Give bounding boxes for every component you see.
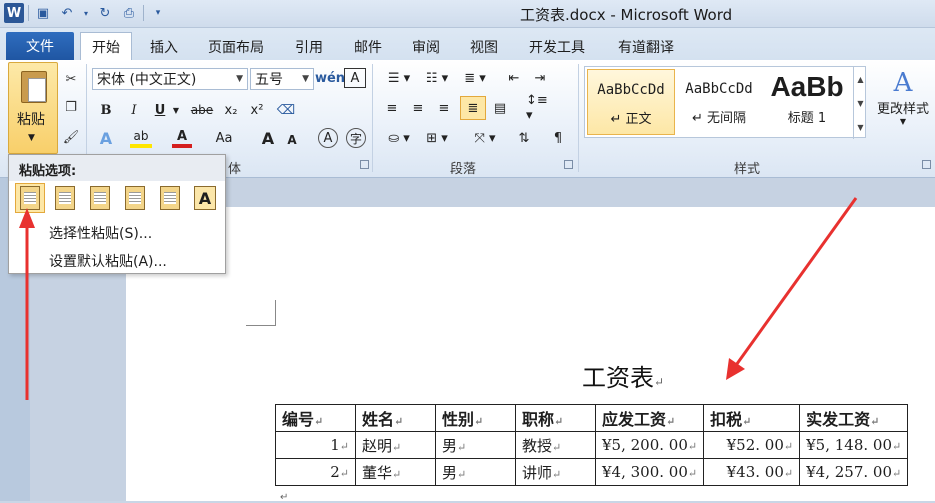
annotation-arrows	[19, 197, 858, 400]
annotation-arrow-down	[726, 197, 858, 380]
annotation-arrow-up	[19, 208, 35, 400]
